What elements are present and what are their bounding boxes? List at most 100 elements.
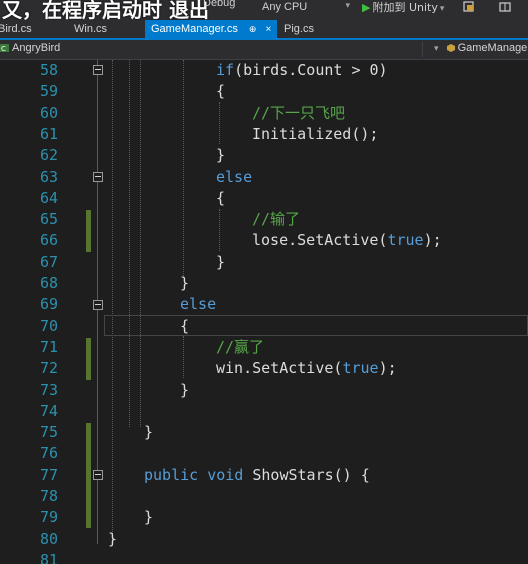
close-icon[interactable]: × bbox=[266, 24, 272, 35]
code-token: } bbox=[144, 508, 154, 527]
window-icon[interactable] bbox=[498, 0, 512, 14]
code-text: public void ShowStars() { bbox=[144, 465, 370, 486]
line-number: 67 bbox=[39, 252, 58, 271]
keyword-token: else bbox=[216, 167, 253, 186]
code-text: //下一只飞吧 bbox=[252, 103, 345, 124]
line-number: 65 bbox=[39, 210, 58, 229]
code-line[interactable]: 74 bbox=[0, 401, 528, 422]
code-line[interactable]: 63 else bbox=[0, 167, 528, 188]
line-number: 76 bbox=[39, 444, 58, 463]
code-token: { bbox=[216, 188, 226, 207]
code-text: } bbox=[180, 273, 189, 294]
solution-configuration-dropdown[interactable]: Debug bbox=[203, 0, 235, 9]
code-token: } bbox=[144, 423, 154, 442]
code-text: { bbox=[216, 81, 225, 102]
line-number: 70 bbox=[39, 316, 58, 335]
line-number: 68 bbox=[39, 274, 58, 292]
code-line[interactable]: 67} bbox=[0, 252, 528, 273]
pin-icon[interactable]: ⊕ bbox=[249, 24, 257, 34]
attach-label: 附加到 Unity bbox=[372, 1, 438, 14]
tab-pig[interactable]: Pig.cs bbox=[278, 20, 320, 38]
unity-icon[interactable] bbox=[462, 0, 476, 14]
chevron-down-icon: ▾ bbox=[345, 0, 350, 10]
keyword-token: else bbox=[180, 295, 217, 314]
tab-win[interactable]: Win.cs bbox=[68, 20, 113, 38]
code-token: ShowStars() { bbox=[243, 465, 370, 484]
code-line[interactable]: 59 { bbox=[0, 81, 528, 102]
code-token: { bbox=[216, 82, 226, 101]
code-line[interactable]: 61 Initialized(); bbox=[0, 124, 528, 145]
line-number: 79 bbox=[39, 508, 58, 527]
code-token: } bbox=[180, 380, 190, 399]
code-line[interactable]: 71 //赢了 bbox=[0, 337, 528, 358]
code-token: lose.SetActive( bbox=[252, 231, 388, 250]
line-number: 69 bbox=[39, 295, 58, 314]
keyword-token: void bbox=[207, 465, 244, 484]
code-text: else bbox=[216, 167, 252, 188]
line-number: 77 bbox=[39, 465, 58, 484]
line-number: 78 bbox=[39, 487, 58, 505]
code-line[interactable]: 73} bbox=[0, 380, 528, 401]
tab-bird[interactable]: Bird.cs bbox=[0, 20, 38, 38]
code-line[interactable]: 58 if(birds.Count > 0) bbox=[0, 60, 528, 81]
code-text: if(birds.Count > 0) bbox=[216, 60, 388, 81]
code-text: } bbox=[180, 380, 189, 401]
code-token: win.SetActive( bbox=[216, 359, 343, 378]
code-line[interactable]: 76 bbox=[0, 443, 528, 464]
line-number: 80 bbox=[39, 529, 58, 548]
play-icon: ▶ bbox=[362, 1, 371, 14]
tab-label: Pig.cs bbox=[284, 23, 314, 35]
code-text: } bbox=[108, 529, 117, 550]
code-text: else bbox=[180, 294, 216, 315]
code-line[interactable]: 66 lose.SetActive(true); bbox=[0, 230, 528, 251]
line-number: 74 bbox=[39, 401, 58, 420]
code-line[interactable]: 68} bbox=[0, 273, 528, 294]
line-number: 66 bbox=[39, 231, 58, 250]
toolbar: 又，在程序启动时 退出 Debug Any CPU ▾ ▶ 附加到 Unity ▾ bbox=[0, 0, 528, 20]
code-text: win.SetActive(true); bbox=[216, 358, 397, 379]
line-number: 81 bbox=[39, 550, 58, 564]
code-text: } bbox=[216, 252, 225, 273]
tab-gamemanager[interactable]: GameManager.cs ⊕ × bbox=[145, 20, 278, 38]
code-line[interactable]: 62} bbox=[0, 145, 528, 166]
code-line[interactable]: 64 { bbox=[0, 188, 528, 209]
project-dropdown[interactable]: C AngryBird bbox=[0, 42, 60, 54]
code-editor[interactable]: 58 if(birds.Count > 0) 59 {60 //下一只飞吧 61 Initi… bbox=[0, 60, 528, 564]
code-token: } bbox=[216, 146, 226, 165]
line-number: 63 bbox=[39, 167, 58, 186]
keyword-token: true bbox=[387, 231, 424, 250]
code-line[interactable]: 60 //下一只飞吧 bbox=[0, 103, 528, 124]
member-dropdown[interactable]: ▾ GameManager bbox=[434, 42, 528, 54]
code-token: (birds.Count > 0) bbox=[234, 61, 388, 79]
code-token: { bbox=[180, 316, 190, 335]
tab-label: Win.cs bbox=[74, 23, 107, 35]
code-line[interactable]: 72 win.SetActive(true); bbox=[0, 358, 528, 379]
code-line[interactable]: 69 else bbox=[0, 294, 528, 315]
code-line[interactable]: 77 public void ShowStars() { bbox=[0, 465, 528, 486]
code-line[interactable]: 81 bbox=[0, 550, 528, 564]
code-line[interactable]: 79} bbox=[0, 507, 528, 528]
code-line[interactable]: 80} bbox=[0, 529, 528, 550]
navigation-bar: C AngryBird ▾ GameManager bbox=[0, 40, 528, 60]
code-line[interactable]: 78 bbox=[0, 486, 528, 507]
line-number: 58 bbox=[39, 61, 58, 79]
code-text: } bbox=[144, 507, 153, 528]
code-line[interactable]: 70 { bbox=[0, 316, 528, 337]
document-tabs: Bird.cs Win.cs GameManager.cs ⊕ × Pig.cs bbox=[0, 20, 528, 40]
code-line[interactable]: 65 //输了 bbox=[0, 209, 528, 230]
code-line[interactable]: 75} bbox=[0, 422, 528, 443]
line-number: 60 bbox=[39, 103, 58, 122]
code-text: //输了 bbox=[252, 209, 300, 230]
attach-to-unity-button[interactable]: ▶ 附加到 Unity ▾ bbox=[362, 0, 444, 15]
keyword-token: if bbox=[216, 61, 235, 79]
chevron-down-icon: ▾ bbox=[439, 4, 445, 14]
member-label: GameManager bbox=[457, 42, 528, 54]
overlay-caption: 又，在程序启动时 退出 bbox=[2, 0, 209, 20]
keyword-token: true bbox=[342, 359, 379, 378]
tab-label: GameManager.cs bbox=[151, 23, 238, 35]
code-token: Initialized(); bbox=[252, 124, 379, 143]
code-text: } bbox=[144, 422, 153, 443]
solution-platform-dropdown[interactable]: Any CPU ▾ bbox=[262, 0, 354, 15]
class-icon bbox=[446, 44, 455, 53]
code-text: } bbox=[216, 145, 225, 166]
